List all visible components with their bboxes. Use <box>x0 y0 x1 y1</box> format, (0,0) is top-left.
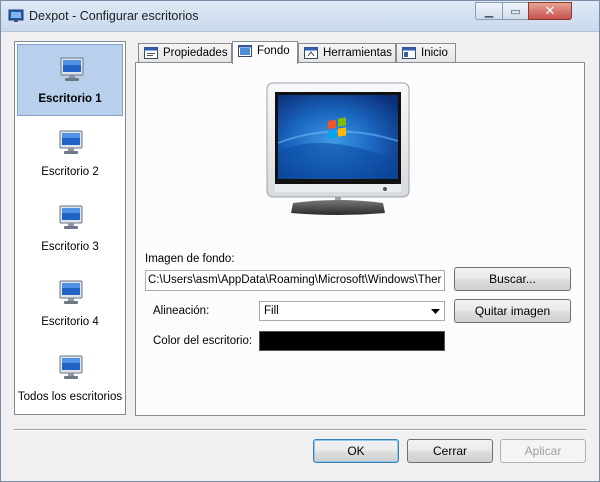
dexpot-config-window: Dexpot - Configurar escritorios ▁ ▭ ✕ Es… <box>0 0 600 482</box>
alignment-select[interactable]: Fill <box>259 301 445 321</box>
image-path-field[interactable]: C:\Users\asm\AppData\Roaming\Microsoft\W… <box>145 270 445 291</box>
desktop-item-3[interactable]: Escritorio 3 <box>17 193 123 265</box>
window-title: Dexpot - Configurar escritorios <box>29 9 199 23</box>
ok-button[interactable]: OK <box>313 439 399 463</box>
title-bar[interactable]: Dexpot - Configurar escritorios ▁ ▭ ✕ <box>1 1 599 32</box>
monitor-icon <box>59 355 83 379</box>
browse-button-label: Buscar... <box>489 272 536 286</box>
dexpot-app-icon <box>8 9 24 22</box>
close-icon: ✕ <box>544 3 556 18</box>
close-button[interactable]: ✕ <box>528 2 572 20</box>
maximize-button[interactable]: ▭ <box>502 2 529 20</box>
browse-button[interactable]: Buscar... <box>454 267 571 291</box>
alignment-label: Alineación: <box>153 305 210 317</box>
close-dialog-button[interactable]: Cerrar <box>407 439 493 463</box>
desktop-color-label: Color del escritorio: <box>153 335 253 347</box>
remove-image-button[interactable]: Quitar imagen <box>454 299 571 323</box>
tab-label: Inicio <box>421 47 448 59</box>
tab-fondo[interactable]: Fondo <box>232 41 298 64</box>
tab-label: Fondo <box>257 45 290 57</box>
remove-image-button-label: Quitar imagen <box>474 304 551 318</box>
desktop-color-swatch[interactable] <box>259 331 445 351</box>
tab-inicio[interactable]: Inicio <box>396 43 456 63</box>
desktop-list: Escritorio 1 Escritorio 2 Escritorio 3 E… <box>14 41 126 415</box>
close-button-label: Cerrar <box>432 444 467 458</box>
desktop-item-2[interactable]: Escritorio 2 <box>17 118 123 190</box>
properties-icon <box>144 47 158 59</box>
desktop-item-label: Escritorio 3 <box>41 241 99 253</box>
desktop-item-label: Todos los escritorios <box>17 391 123 403</box>
desktop-item-label: Escritorio 2 <box>41 166 99 178</box>
minimize-button[interactable]: ▁ <box>475 2 503 20</box>
monitor-icon <box>60 57 84 81</box>
background-icon <box>238 45 252 57</box>
monitor-icon <box>59 205 83 229</box>
image-label: Imagen de fondo: <box>145 253 235 265</box>
start-icon <box>402 47 416 59</box>
tab-propiedades[interactable]: Propiedades <box>138 43 232 63</box>
chevron-down-icon <box>431 309 440 314</box>
tab-herramientas[interactable]: Herramientas <box>298 43 396 63</box>
tab-label: Propiedades <box>163 47 228 59</box>
monitor-icon <box>59 280 83 304</box>
alignment-value: Fill <box>264 305 279 317</box>
desktop-item-all[interactable]: Todos los escritorios <box>17 343 123 415</box>
minimize-icon: ▁ <box>484 5 494 18</box>
apply-button[interactable]: Aplicar <box>500 439 586 463</box>
tools-icon <box>304 47 318 59</box>
desktop-item-4[interactable]: Escritorio 4 <box>17 268 123 340</box>
ok-button-label: OK <box>347 444 365 458</box>
dropdown-button[interactable] <box>427 302 444 320</box>
tab-label: Herramientas <box>323 47 393 59</box>
wallpaper-preview-monitor <box>266 82 410 215</box>
desktop-item-label: Escritorio 4 <box>41 316 99 328</box>
footer-separator <box>14 429 586 431</box>
apply-button-label: Aplicar <box>524 444 562 458</box>
monitor-icon <box>59 130 83 154</box>
desktop-item-1[interactable]: Escritorio 1 <box>17 44 123 116</box>
desktop-item-label: Escritorio 1 <box>38 93 102 105</box>
maximize-icon: ▭ <box>510 5 521 18</box>
